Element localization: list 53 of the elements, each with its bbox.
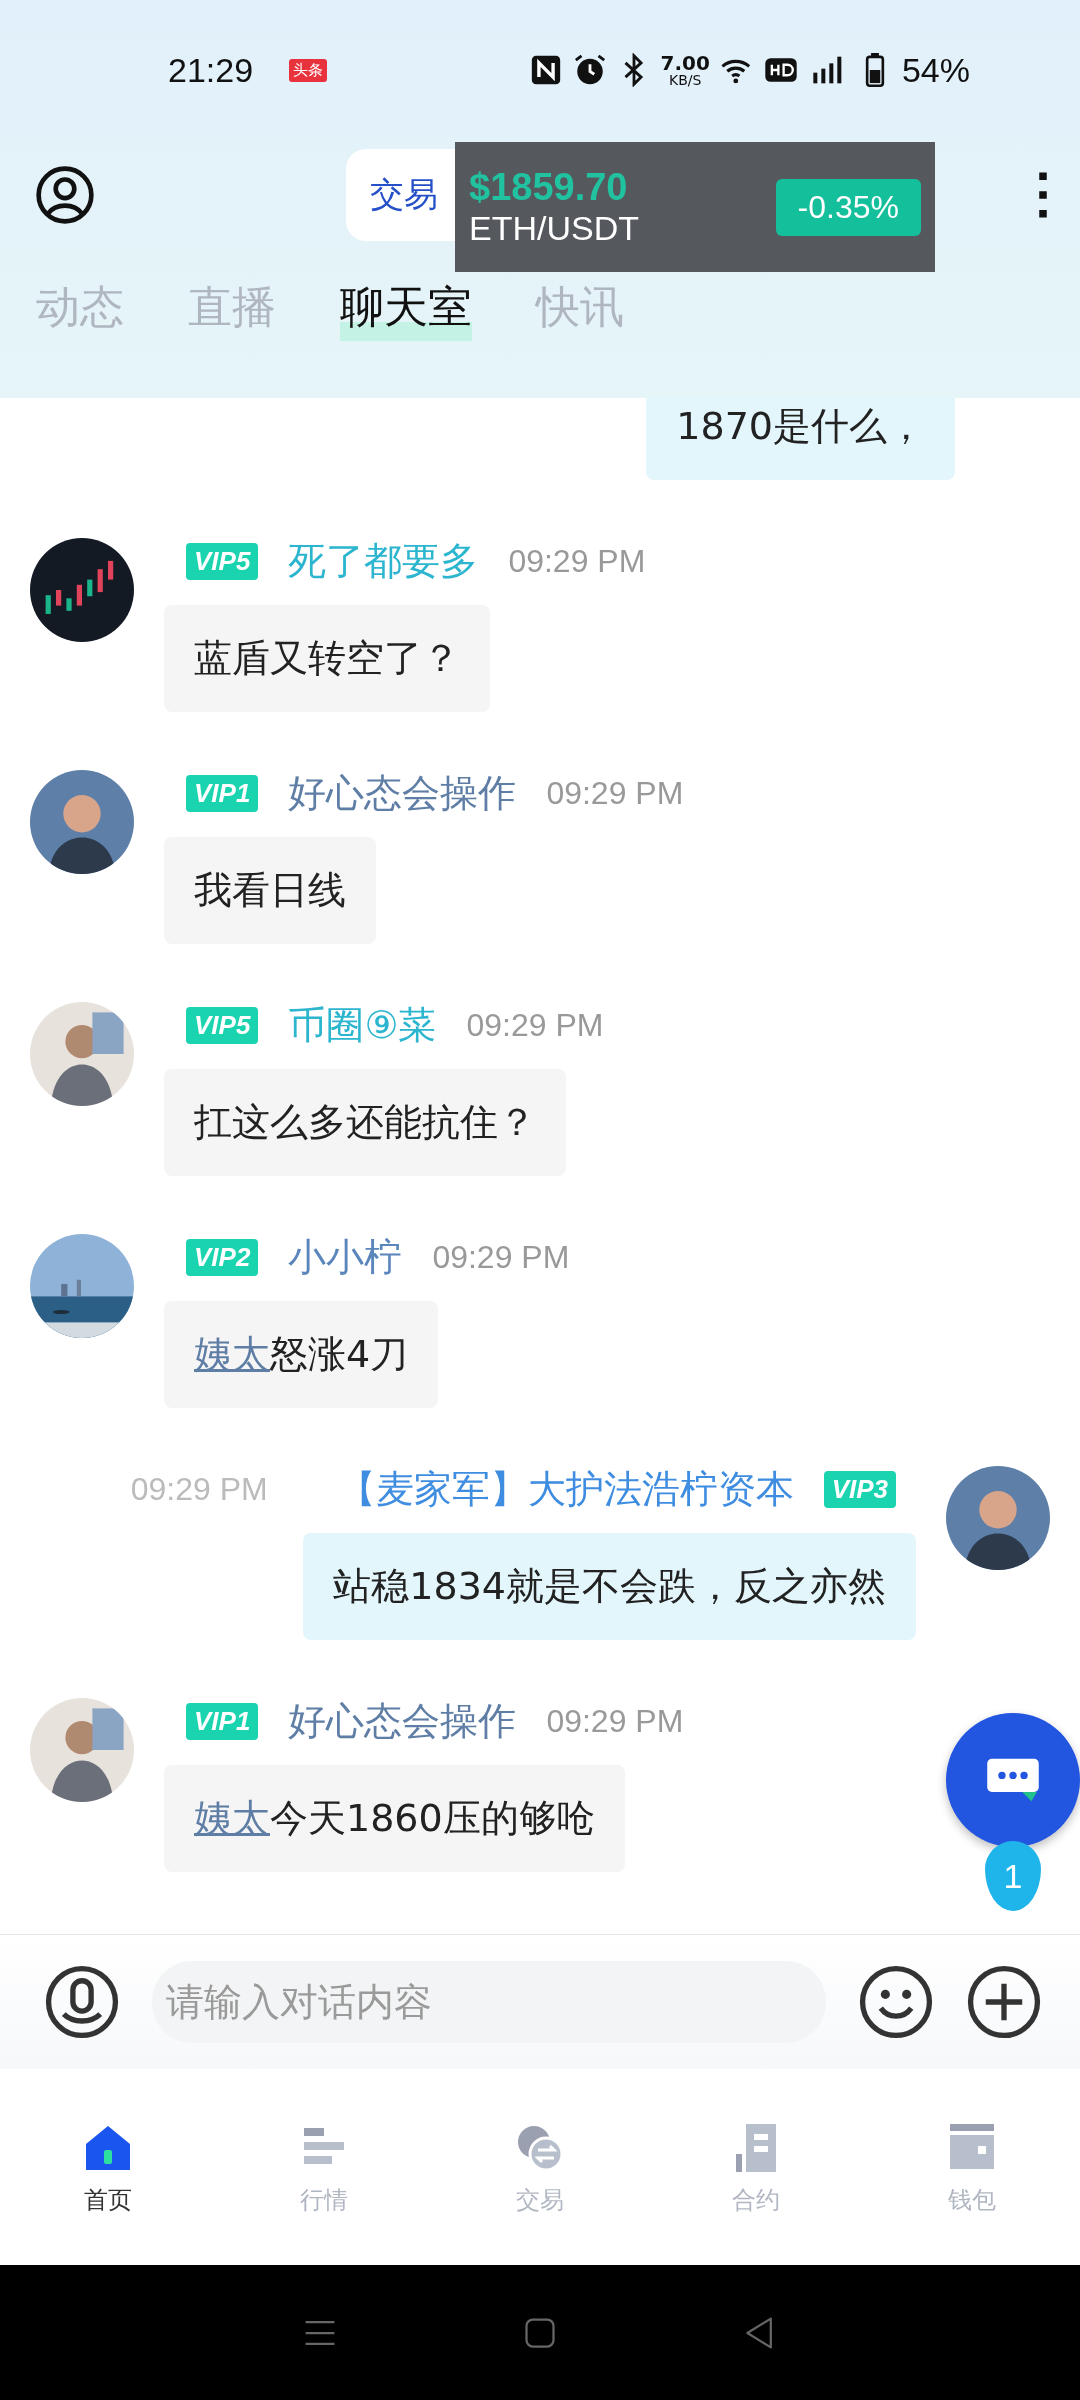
chat-bubble-icon bbox=[985, 1757, 1041, 1803]
more-icon[interactable] bbox=[1036, 170, 1050, 220]
mention-link[interactable]: 姨太 bbox=[194, 1332, 270, 1376]
message-time: 09:29 PM bbox=[130, 1471, 268, 1508]
vip-badge: VIP5 bbox=[186, 1007, 259, 1044]
message-time: 09:29 PM bbox=[546, 1703, 684, 1740]
tab[interactable]: 快讯 bbox=[536, 278, 624, 341]
nav-item[interactable]: 首页 bbox=[0, 2118, 216, 2216]
price-ticker-toast[interactable]: $1859.70 ETH/USDT -0.35% bbox=[455, 142, 935, 272]
message-bubble: 站稳1834就是不会跌，反之亦然 bbox=[303, 1533, 916, 1640]
segment-tab[interactable]: 交易 bbox=[370, 172, 438, 218]
user-name[interactable]: 好心态会操作 bbox=[288, 1696, 517, 1747]
user-name[interactable]: 小小柠 bbox=[288, 1232, 403, 1283]
profile-icon[interactable] bbox=[34, 164, 96, 226]
vip-badge: VIP1 bbox=[186, 775, 259, 812]
unread-badge: 1 bbox=[985, 1841, 1041, 1911]
alarm-icon bbox=[572, 53, 607, 87]
nav-item[interactable]: 合约 bbox=[648, 2118, 864, 2216]
network-speed: 7.00 KB/S bbox=[660, 53, 710, 87]
message-bubble: 蓝盾又转空了？ bbox=[164, 605, 490, 712]
tab[interactable]: 动态 bbox=[36, 278, 124, 341]
emoji-icon[interactable] bbox=[858, 1964, 934, 2040]
add-icon[interactable] bbox=[966, 1964, 1042, 2040]
message-bubble: 我看日线 bbox=[164, 837, 376, 944]
vip-badge: VIP3 bbox=[823, 1471, 896, 1508]
message-time: 09:29 PM bbox=[546, 775, 684, 812]
app-badge: 头条 bbox=[289, 58, 328, 82]
message-time: 09:29 PM bbox=[432, 1239, 570, 1276]
message-time: 09:29 PM bbox=[508, 543, 646, 580]
change-badge: -0.35% bbox=[775, 178, 921, 236]
mention-link[interactable]: 姨太 bbox=[194, 1796, 270, 1840]
ticker-price: $1859.70 bbox=[469, 165, 629, 210]
status-time: 21:29 bbox=[168, 50, 254, 90]
voice-icon[interactable] bbox=[44, 1964, 120, 2040]
vip-badge: VIP1 bbox=[186, 1703, 259, 1740]
user-name[interactable]: 死了都要多 bbox=[288, 536, 479, 587]
nav-item[interactable]: 钱包 bbox=[864, 2118, 1080, 2216]
nav-item[interactable]: 行情 bbox=[216, 2118, 432, 2216]
user-name[interactable]: 币圈⑨菜 bbox=[288, 1000, 437, 1051]
vip-badge: VIP5 bbox=[186, 543, 259, 580]
message-input[interactable]: 请输入对话内容 bbox=[152, 1961, 826, 2043]
message-bubble: 扛这么多还能抗住？ bbox=[164, 1069, 566, 1176]
battery-level: 54% bbox=[901, 50, 970, 90]
message-bubble: 姨太今天1860压的够呛 bbox=[164, 1765, 625, 1872]
tab[interactable]: 直播 bbox=[188, 278, 276, 341]
user-name[interactable]: 【麦家军】大护法浩柠资本 bbox=[337, 1464, 794, 1515]
nav-item[interactable]: 交易 bbox=[432, 2118, 648, 2216]
vip-badge: VIP2 bbox=[186, 1239, 259, 1276]
message-bubble: 姨太怒涨4刀 bbox=[164, 1301, 439, 1408]
message-bubble: 1870是什么， bbox=[646, 398, 955, 480]
message-time: 09:29 PM bbox=[466, 1007, 604, 1044]
ticker-pair: ETH/USDT bbox=[469, 209, 640, 249]
user-name[interactable]: 好心态会操作 bbox=[288, 768, 517, 819]
